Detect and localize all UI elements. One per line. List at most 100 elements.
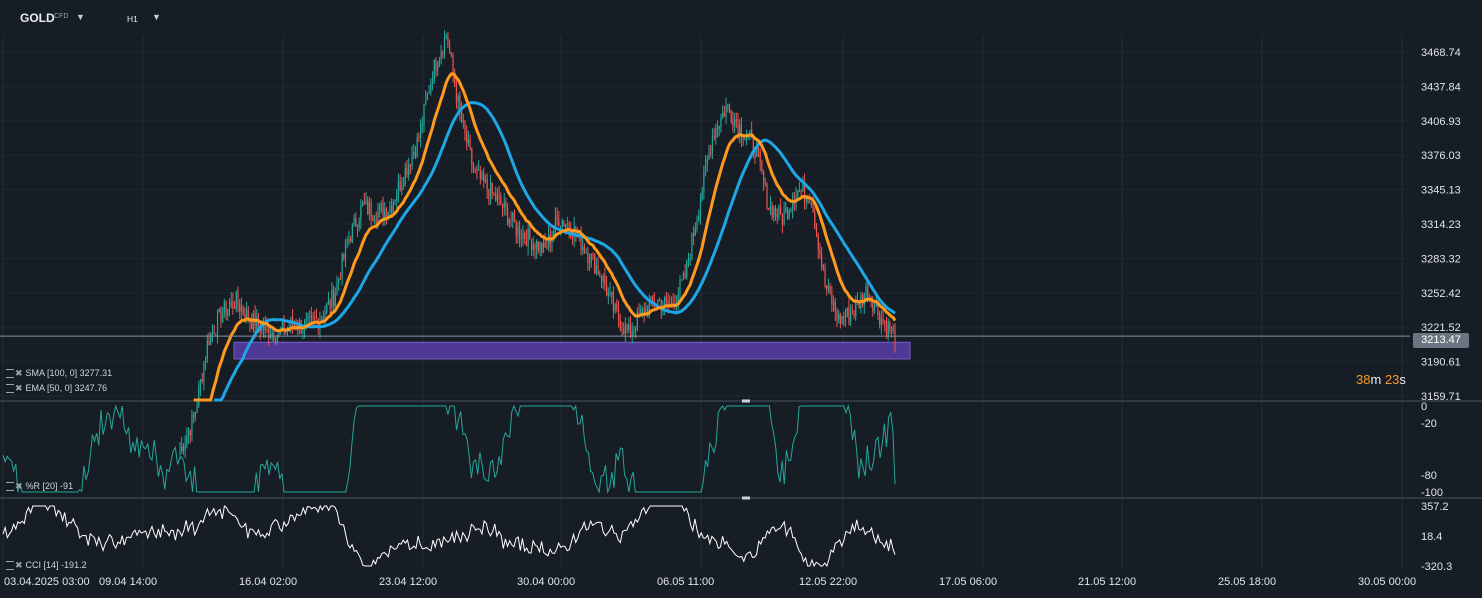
candle-body: [892, 327, 894, 329]
candle-body: [428, 92, 430, 94]
candle-body: [800, 190, 802, 192]
chart-header: GOLD CFD ▼ H1 ▼: [0, 0, 1482, 36]
candle-body: [213, 331, 215, 335]
instrument-type-label: CFD: [54, 13, 69, 20]
candle-body: [484, 179, 487, 182]
candle-body: [201, 378, 203, 382]
candle-body: [624, 324, 626, 334]
price-tick-label: 3345.13: [1421, 185, 1461, 197]
candle-body: [532, 244, 534, 250]
candle-body: [411, 155, 413, 167]
close-icon[interactable]: ✖: [15, 368, 23, 378]
candle-body: [890, 327, 893, 331]
cci-legend[interactable]: ✖ CCI [14] -191.2: [6, 560, 87, 571]
candle-body: [790, 209, 792, 211]
candle-body: [844, 317, 847, 319]
time-tick-label: 09.04 14:00: [99, 576, 157, 588]
candle-body: [710, 152, 712, 154]
candle-body: [831, 294, 833, 305]
wr-tick-label: -100: [1421, 487, 1443, 499]
candle-body: [368, 202, 371, 215]
candle-body: [542, 241, 545, 253]
settings-icon[interactable]: [6, 369, 14, 379]
price-tick-label: 3252.42: [1421, 288, 1461, 300]
candle-body: [689, 258, 691, 261]
price-tick-label: 3190.61: [1421, 357, 1461, 369]
wr-line: [2, 404, 896, 494]
candle-body: [774, 207, 777, 215]
candle-body: [733, 118, 736, 127]
candle-body: [399, 181, 401, 191]
candle-body: [182, 446, 185, 451]
candle-body: [341, 254, 343, 280]
candle-body: [184, 444, 186, 451]
candle-body: [251, 322, 253, 330]
settings-icon[interactable]: [6, 384, 14, 394]
candle-body: [273, 333, 275, 341]
candle-body: [332, 290, 335, 307]
cci-tick-label: -320.3: [1421, 561, 1452, 573]
timeframe-selector[interactable]: H1: [127, 14, 138, 24]
wr-tick-label: -80: [1421, 470, 1437, 482]
candle-body: [483, 172, 485, 182]
candle-body: [423, 103, 425, 124]
panel-resize-handle: [742, 399, 750, 403]
candle-body: [524, 233, 526, 239]
chart-canvas[interactable]: 3468.74 3437.84 3406.93 3376.03 3345.13 3314.…: [0, 0, 1482, 598]
symbol-selector[interactable]: GOLD: [20, 11, 55, 25]
candle-body: [588, 262, 591, 264]
sma-legend[interactable]: ✖ SMA [100, 0] 3277.31: [6, 368, 112, 379]
candle-body: [360, 205, 362, 221]
candle-body: [449, 45, 451, 53]
candle-body: [421, 123, 423, 125]
price-tick-label: 3468.74: [1421, 47, 1461, 59]
candle-body: [216, 312, 219, 334]
candle-body: [242, 307, 244, 315]
candle-body: [418, 137, 420, 139]
candle-body: [179, 451, 181, 453]
candle-body: [679, 279, 681, 295]
close-icon[interactable]: ✖: [15, 560, 23, 570]
wr-legend[interactable]: ✖ %R [20] -91: [6, 481, 73, 492]
candle-body: [761, 161, 763, 172]
candle-body: [597, 265, 599, 274]
close-icon[interactable]: ✖: [15, 383, 23, 393]
candle-body: [269, 336, 272, 339]
price-tick-label: 3376.03: [1421, 150, 1461, 162]
candle-body: [525, 238, 528, 247]
ema-label: EMA [50, 0] 3247.76: [25, 383, 108, 393]
candle-body: [228, 305, 231, 310]
candle-body: [530, 239, 533, 250]
sma-label: SMA [100, 0] 3277.31: [25, 368, 113, 378]
candle-body: [455, 85, 458, 102]
candle-body: [827, 285, 830, 289]
candle-body: [508, 220, 510, 224]
candle-body: [594, 254, 596, 274]
candle-body: [239, 304, 241, 312]
candle-body: [703, 170, 705, 192]
candle-body: [442, 52, 444, 54]
candle-body: [466, 132, 468, 144]
candle-body: [826, 285, 828, 289]
candle-body: [829, 285, 831, 295]
candle-body: [547, 234, 550, 248]
settings-icon[interactable]: [6, 482, 14, 492]
candle-body: [764, 182, 766, 184]
candle-body: [479, 169, 481, 180]
candle-body: [365, 200, 367, 205]
timeframe-dropdown-icon[interactable]: ▼: [152, 12, 161, 22]
candle-body: [722, 113, 724, 118]
candle-body: [730, 110, 732, 122]
candle-body: [464, 120, 466, 133]
ema-legend[interactable]: ✖ EMA [50, 0] 3247.76: [6, 383, 107, 394]
candle-body: [334, 294, 336, 307]
candle-body: [609, 291, 611, 293]
settings-icon[interactable]: [6, 561, 14, 571]
close-icon[interactable]: ✖: [15, 481, 23, 491]
candle-body: [559, 225, 562, 227]
symbol-dropdown-icon[interactable]: ▼: [76, 12, 85, 22]
candle-body: [435, 59, 437, 72]
candle-body: [223, 301, 225, 313]
candle-body: [206, 340, 208, 359]
candle-body: [500, 196, 502, 205]
